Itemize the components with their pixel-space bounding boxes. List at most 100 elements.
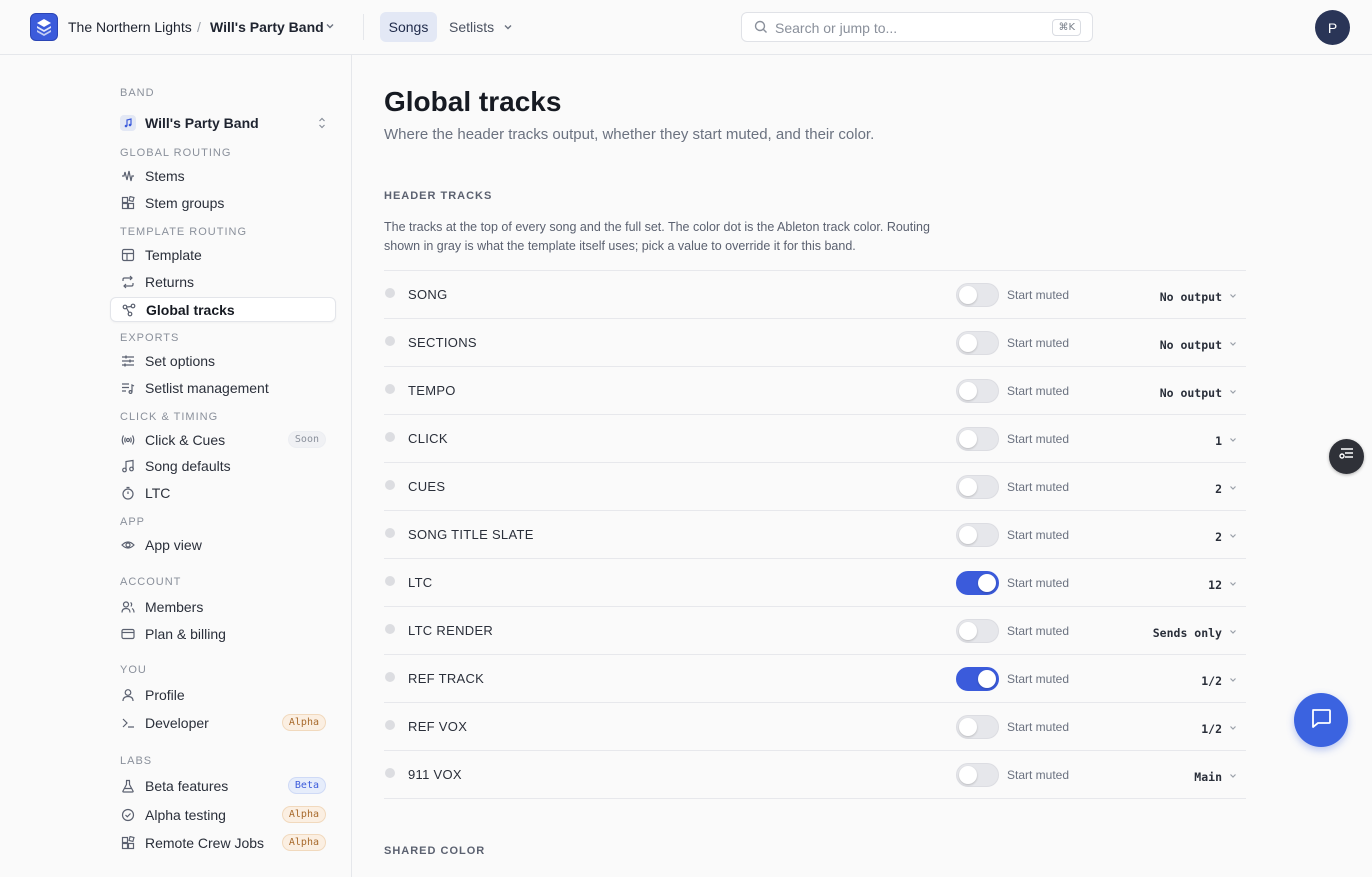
sidebar-item-alpha-testing[interactable]: Alpha testing Alpha	[110, 802, 336, 827]
output-select[interactable]: 12	[1208, 576, 1238, 594]
track-name: TEMPO	[408, 383, 456, 398]
output-value: Sends only	[1152, 626, 1222, 640]
track-color-dot[interactable]	[385, 288, 395, 298]
start-muted-toggle[interactable]	[956, 475, 999, 499]
output-select[interactable]: 2	[1215, 528, 1238, 546]
output-select[interactable]: No output	[1160, 288, 1238, 306]
start-muted-toggle[interactable]	[956, 619, 999, 643]
track-name: SONG TITLE SLATE	[408, 527, 534, 542]
sidebar-item-stems[interactable]: Stems	[110, 163, 336, 188]
band-selector[interactable]: Will's Party Band	[120, 113, 330, 133]
sidebar-item-members[interactable]: Members	[110, 594, 336, 619]
output-select[interactable]: No output	[1160, 384, 1238, 402]
output-select[interactable]: 1/2	[1201, 672, 1238, 690]
sidebar-item-remote-crew-jobs[interactable]: Remote Crew Jobs Alpha	[110, 830, 336, 855]
users-icon	[121, 600, 135, 614]
track-color-dot[interactable]	[385, 672, 395, 682]
start-muted-toggle[interactable]	[956, 763, 999, 787]
soon-badge: Soon	[287, 431, 326, 448]
output-value: No output	[1159, 338, 1222, 352]
track-color-dot[interactable]	[385, 576, 395, 586]
output-select[interactable]: 1/2	[1201, 720, 1238, 738]
sidebar-item-stem-groups[interactable]: Stem groups	[110, 190, 336, 215]
start-muted-toggle[interactable]	[956, 427, 999, 451]
sidebar-item-ltc[interactable]: LTC	[110, 480, 336, 505]
sidebar-item-set-options[interactable]: Set options	[110, 348, 336, 373]
chevron-down-icon[interactable]	[501, 20, 515, 39]
outline-toggle-button[interactable]	[1329, 439, 1364, 474]
chevron-down-icon	[1228, 672, 1238, 690]
breadcrumb-band[interactable]: Will's Party Band	[210, 19, 324, 35]
start-muted-toggle[interactable]	[956, 715, 999, 739]
start-muted-label: Start muted	[1007, 528, 1070, 542]
start-muted-label: Start muted	[1007, 576, 1070, 590]
chat-button[interactable]	[1294, 693, 1348, 747]
eye-icon	[121, 538, 135, 552]
sidebar-item-returns[interactable]: Returns	[110, 269, 336, 294]
section-label-app: APP	[120, 516, 146, 528]
track-color-dot[interactable]	[385, 768, 395, 778]
sidebar-item-song-defaults[interactable]: Song defaults	[110, 453, 336, 478]
search-box[interactable]: ⌘K	[741, 12, 1093, 42]
start-muted-toggle[interactable]	[956, 523, 999, 547]
start-muted-toggle[interactable]	[956, 331, 999, 355]
sidebar: BAND Will's Party Band GLOBAL ROUTING St…	[0, 55, 352, 877]
chevron-down-icon	[1228, 336, 1238, 354]
breadcrumb-org[interactable]: The Northern Lights	[68, 19, 192, 35]
sidebar-item-label: Set options	[145, 352, 216, 369]
track-color-dot[interactable]	[385, 528, 395, 538]
toggle-knob	[959, 622, 977, 640]
toggle-knob	[978, 670, 996, 688]
sidebar-item-plan-billing[interactable]: Plan & billing	[110, 621, 336, 646]
sidebar-item-global-tracks[interactable]: Global tracks	[110, 297, 336, 322]
start-muted-label: Start muted	[1007, 672, 1070, 686]
track-color-dot[interactable]	[385, 480, 395, 490]
repeat-icon	[121, 275, 135, 289]
track-color-dot[interactable]	[385, 432, 395, 442]
sidebar-item-setlist-management[interactable]: Setlist management	[110, 375, 336, 400]
search-icon	[754, 20, 768, 39]
track-color-dot[interactable]	[385, 624, 395, 634]
page-subtitle: Where the header tracks output, whether …	[384, 126, 875, 143]
flask-icon	[121, 779, 135, 793]
alpha-badge: Alpha	[281, 834, 326, 851]
start-muted-toggle[interactable]	[956, 379, 999, 403]
avatar[interactable]: P	[1315, 10, 1350, 45]
toggle-knob	[978, 574, 996, 592]
track-color-dot[interactable]	[385, 384, 395, 394]
output-select[interactable]: Sends only	[1153, 624, 1238, 642]
search-input[interactable]	[775, 18, 1045, 37]
chevron-down-icon[interactable]	[323, 19, 337, 38]
top-bar: The Northern Lights / Will's Party Band …	[0, 0, 1372, 55]
sliders-icon	[121, 354, 135, 368]
output-value: 1/2	[1201, 674, 1222, 688]
output-select[interactable]: No output	[1160, 336, 1238, 354]
output-select[interactable]: 1	[1215, 432, 1238, 450]
output-select[interactable]: Main	[1194, 768, 1238, 786]
sidebar-item-app-view[interactable]: App view	[110, 532, 336, 557]
sidebar-item-template[interactable]: Template	[110, 242, 336, 267]
start-muted-toggle[interactable]	[956, 667, 999, 691]
chevron-down-icon	[1228, 768, 1238, 786]
track-color-dot[interactable]	[385, 336, 395, 346]
app-logo[interactable]	[30, 13, 58, 41]
toggle-knob	[959, 478, 977, 496]
start-muted-toggle[interactable]	[956, 571, 999, 595]
sidebar-item-click-cues[interactable]: Click & Cues Soon	[110, 427, 336, 452]
start-muted-label: Start muted	[1007, 768, 1070, 782]
track-color-dot[interactable]	[385, 720, 395, 730]
output-value: 1	[1215, 434, 1222, 448]
start-muted-toggle[interactable]	[956, 283, 999, 307]
sidebar-item-label: Members	[145, 598, 204, 615]
start-muted-label: Start muted	[1007, 288, 1070, 302]
tab-songs[interactable]: Songs	[380, 12, 437, 42]
tab-setlists[interactable]: Setlists	[449, 19, 494, 35]
sidebar-item-beta-features[interactable]: Beta features Beta	[110, 773, 336, 798]
track-name: LTC	[408, 575, 433, 590]
section-label-click-timing: CLICK & TIMING	[120, 411, 219, 423]
terminal-icon	[121, 716, 135, 730]
sidebar-item-label: Alpha testing	[145, 806, 226, 823]
sidebar-item-developer[interactable]: Developer Alpha	[110, 710, 336, 735]
sidebar-item-profile[interactable]: Profile	[110, 682, 336, 707]
output-select[interactable]: 2	[1215, 480, 1238, 498]
